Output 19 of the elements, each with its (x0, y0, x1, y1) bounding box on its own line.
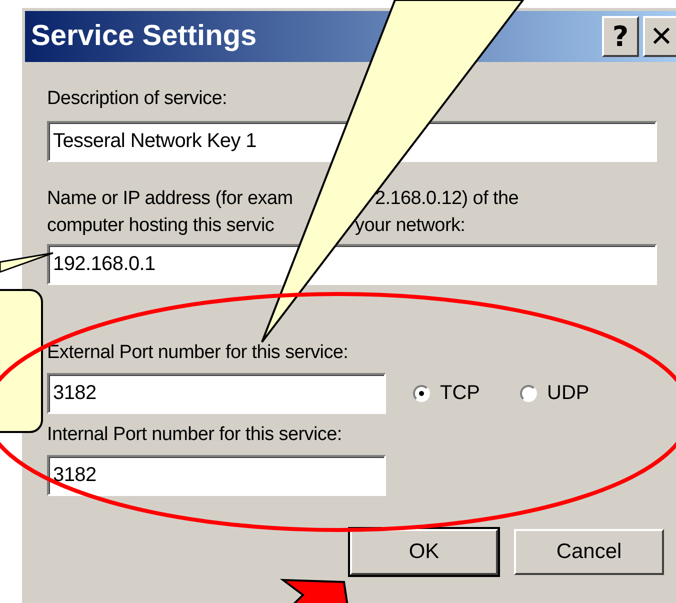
field-label: Internal Port number for this service: (47, 423, 342, 447)
input-field[interactable]: 3182 (47, 373, 386, 414)
ok-button[interactable]: OK (350, 529, 498, 575)
input-field[interactable]: 3182 (47, 455, 386, 496)
input-field[interactable]: 192.168.0.1 (47, 244, 657, 285)
field-label: Name or IP address (for exam (47, 186, 294, 210)
help-button[interactable]: ? (602, 16, 639, 57)
window-title: Service Settings (31, 20, 257, 53)
field-label: Description of service: (47, 87, 228, 111)
cancel-button[interactable]: Cancel (514, 529, 664, 575)
radio-label[interactable]: UDP (547, 382, 590, 405)
field-label: your network: (355, 214, 466, 238)
field-label: External Port number for this service: (47, 341, 348, 365)
field-label: computer hosting this servic (47, 214, 276, 238)
radio-button[interactable] (520, 385, 537, 402)
radio-label[interactable]: TCP (440, 382, 480, 405)
radio-button[interactable] (413, 385, 430, 402)
close-button[interactable]: ✕ (643, 16, 676, 57)
field-label: 2.168.0.12) of the (375, 186, 519, 210)
